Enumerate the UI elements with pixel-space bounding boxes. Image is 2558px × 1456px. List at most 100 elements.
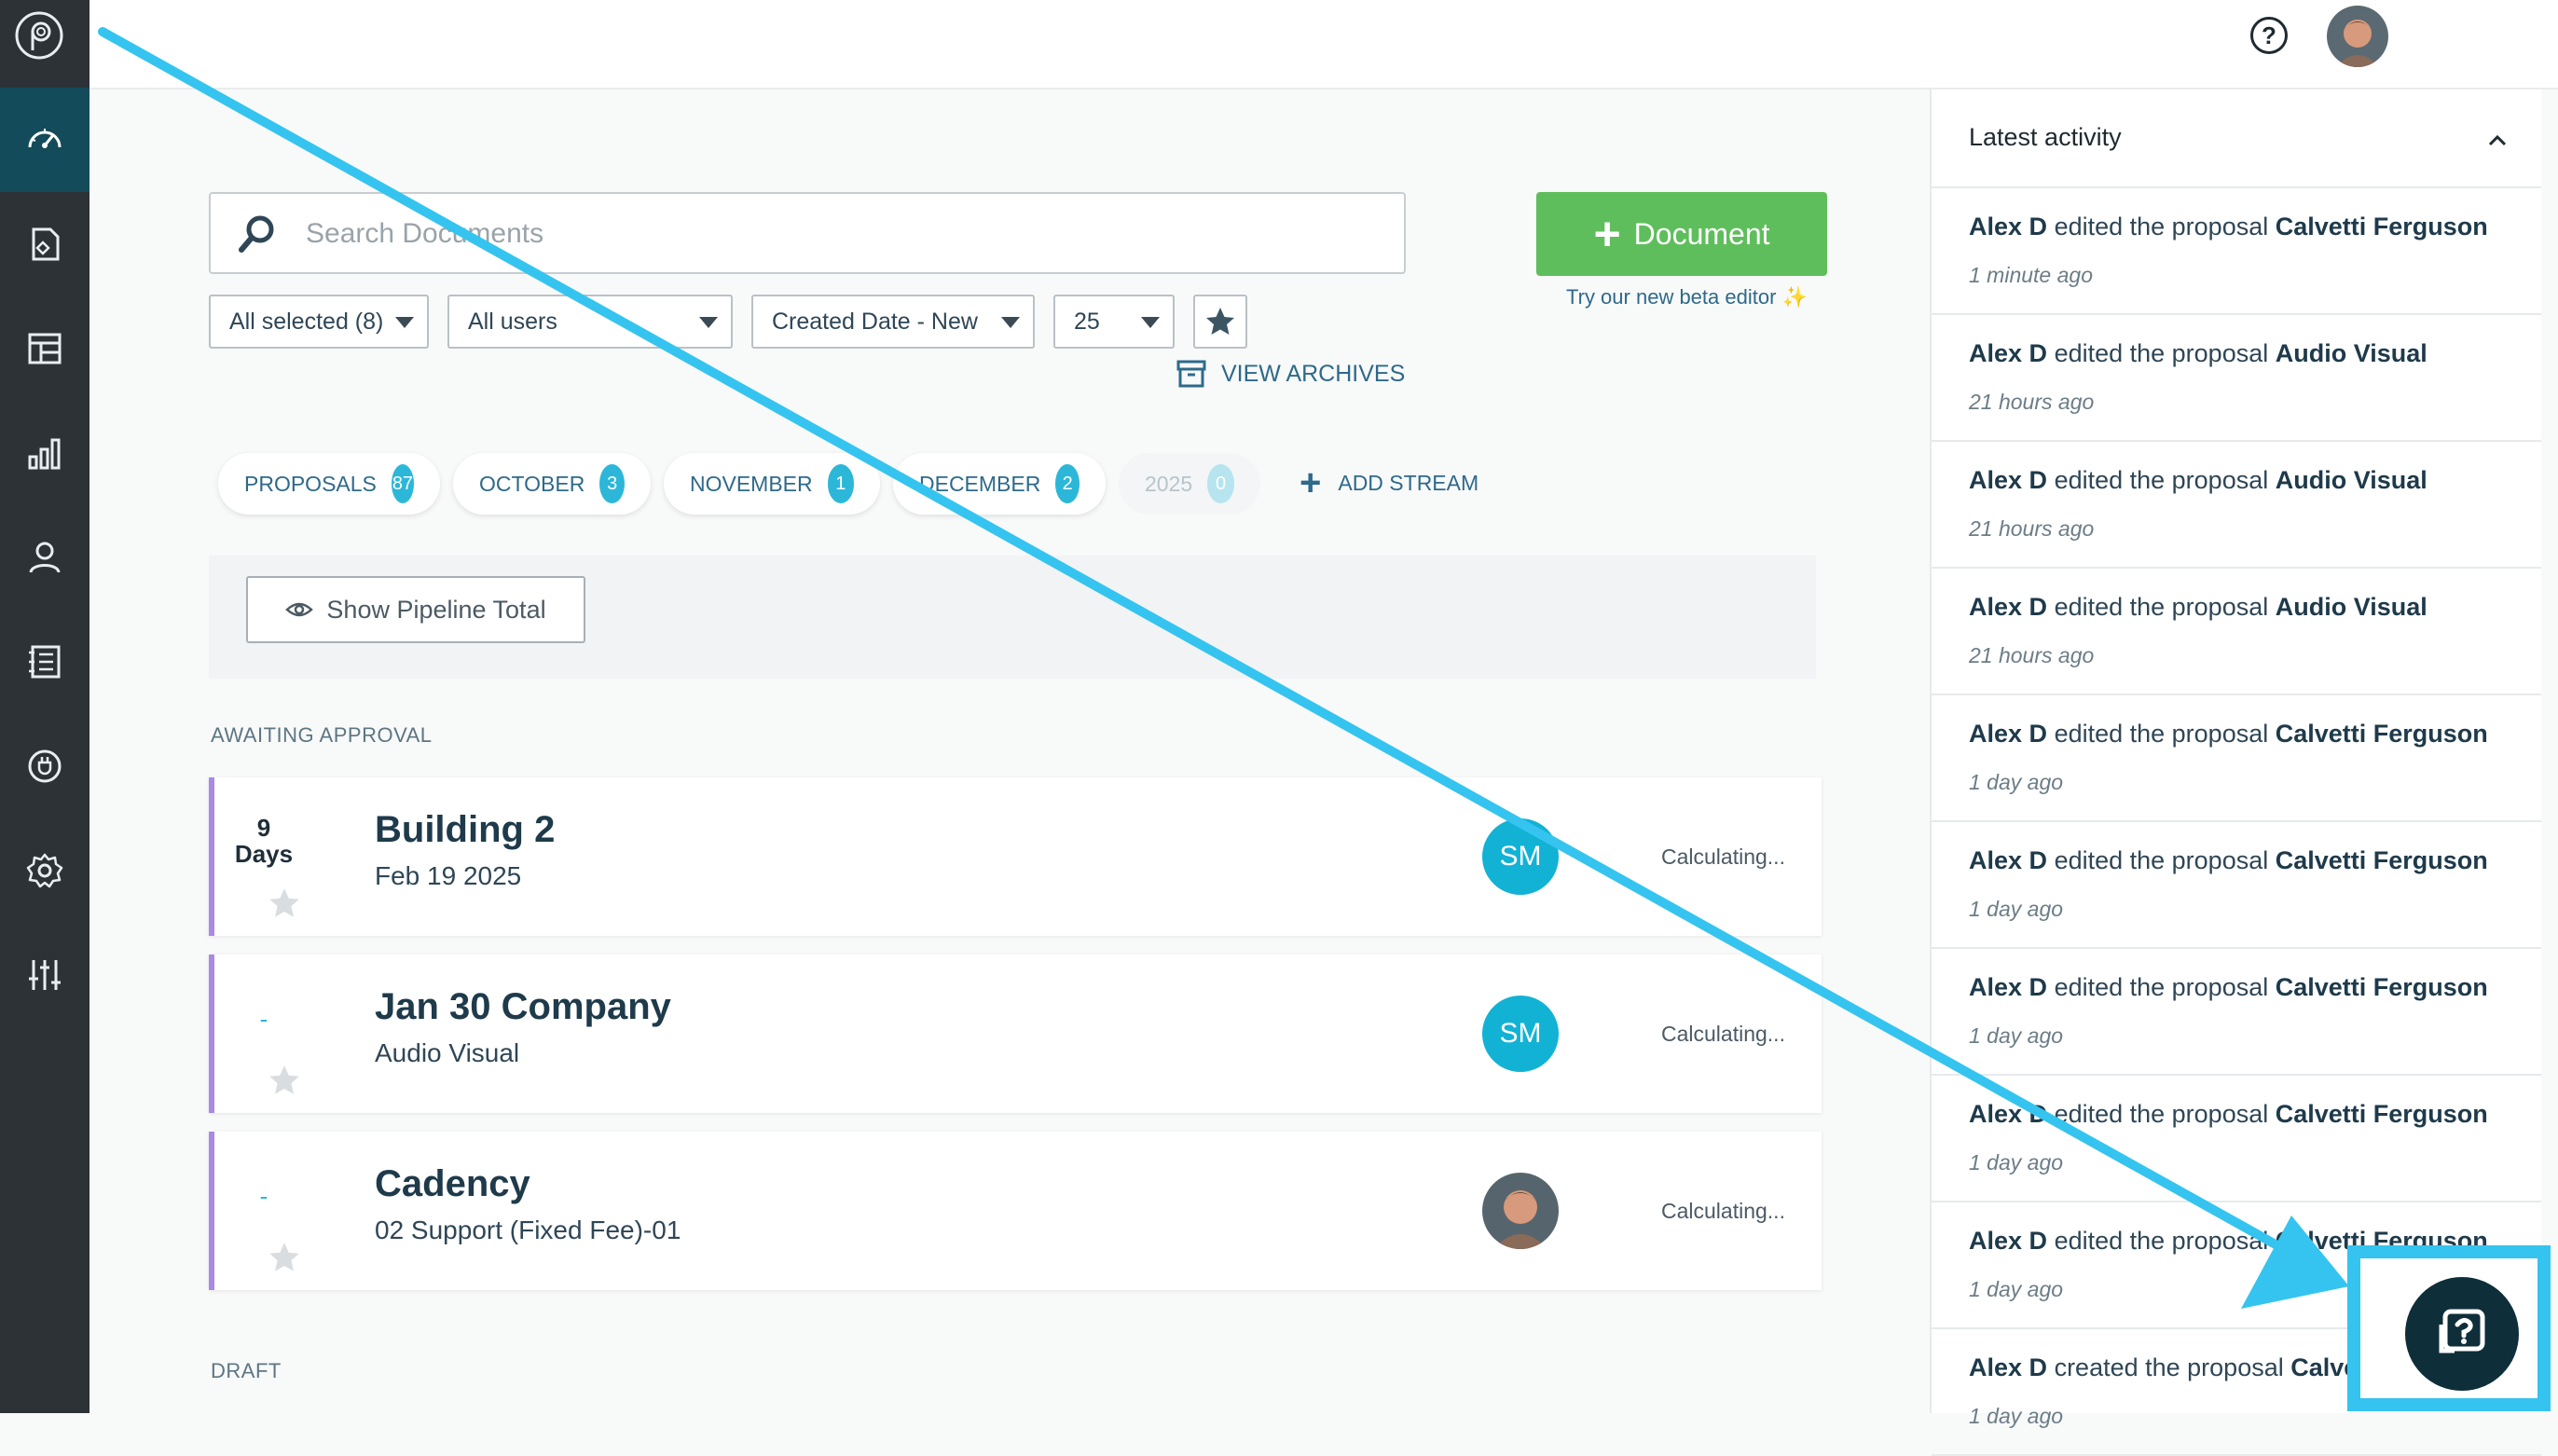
proposal-card[interactable]: - Cadency 02 Support (Fixed Fee)-01 Calc… [209,1132,1822,1290]
activity-item[interactable]: Alex D edited the proposal Audio Visual 2… [1932,315,2541,442]
per-page-filter[interactable]: 25 [1053,295,1175,349]
owner-photo-avatar [1482,1173,1559,1249]
show-pipeline-total-button[interactable]: Show Pipeline Total [246,576,585,643]
activity-user: Alex D [1969,1227,2048,1255]
proposal-value: Calculating... [1661,845,1785,869]
nav-documents[interactable] [0,192,89,296]
sliders-icon [29,960,61,990]
sort-filter[interactable]: Created Date - New [751,295,1035,349]
activity-user: Alex D [1969,1353,2048,1381]
proposal-subtitle: Feb 19 2025 [375,861,522,890]
nav-catalog[interactable] [0,610,89,714]
contacts-icon [29,542,61,573]
nav-contacts[interactable] [0,505,89,610]
nav-dashboard[interactable] [0,88,89,192]
activity-time: 1 minute ago [1969,263,2093,287]
activity-text: Alex D edited the proposal Calvetti Ferg… [1969,720,2488,749]
activity-action: edited the proposal [2054,213,2269,240]
nav-templates[interactable] [0,296,89,401]
view-archives-link[interactable]: VIEW ARCHIVES [1176,358,1405,390]
archive-icon [1176,360,1206,388]
chevron-down-icon [1001,317,1020,328]
activity-item[interactable]: Alex D edited the proposal Audio Visual 2… [1932,442,2541,569]
chat-help-icon[interactable] [2405,1277,2519,1391]
favorite-star-icon[interactable] [267,1063,302,1098]
users-filter[interactable]: All users [447,295,733,349]
plus-icon: + [1300,461,1322,503]
search-icon [239,215,274,253]
proposal-title[interactable]: Jan 30 Company [375,986,671,1028]
owner-initials-avatar: SM [1482,818,1559,895]
proposal-subtitle: Audio Visual [375,1038,520,1067]
new-document-button[interactable]: + Document [1536,192,1827,276]
proposal-title[interactable]: Building 2 [375,809,555,851]
activity-action: created the proposal [2054,1353,2284,1381]
add-stream-button[interactable]: + ADD STREAM [1300,462,1478,503]
stream-count-badge: 3 [599,464,625,503]
activity-time: 1 day ago [1969,1277,2064,1301]
activity-header[interactable]: Latest activity [1932,89,2541,188]
activity-item[interactable]: Alex D edited the proposal Calvetti Ferg… [1932,1076,2541,1202]
owner-initials-avatar: SM [1482,996,1559,1072]
user-avatar[interactable] [2327,6,2388,67]
activity-document[interactable]: Audio Visual [2276,339,2427,367]
stream-proposals[interactable]: PROPOSALS 87 [218,453,440,515]
activity-text: Alex D edited the proposal Calvetti Ferg… [1969,973,2488,1002]
activity-item[interactable]: Alex D edited the proposal Calvetti Ferg… [1932,822,2541,949]
activity-time: 1 day ago [1969,770,2064,794]
activity-user: Alex D [1969,720,2048,748]
nav-adjustments[interactable] [0,923,89,1027]
favorite-star-icon[interactable] [267,886,302,921]
activity-document[interactable]: Audio Visual [2276,466,2427,494]
activity-document[interactable]: Calvetti Ferguson [2276,846,2488,874]
activity-document[interactable]: Calvetti Ferguson [2276,213,2488,240]
stream-october[interactable]: OCTOBER 3 [453,453,651,515]
logo-icon[interactable] [13,9,65,62]
activity-time: 21 hours ago [1969,516,2095,541]
activity-action: edited the proposal [2054,973,2269,1001]
activity-document[interactable]: Calvetti Ferguson [2276,720,2488,748]
activity-item[interactable]: Alex D edited the proposal Audio Visual 2… [1932,569,2541,695]
stream-label: OCTOBER [479,471,585,496]
activity-action: edited the proposal [2054,593,2269,621]
favorite-star-icon[interactable] [267,1240,302,1275]
days-value: 9 [256,814,271,842]
proposal-card[interactable]: 9 Days Building 2 Feb 19 2025 SM Calcula… [209,777,1822,936]
pipeline-panel: Show Pipeline Total [209,556,1816,679]
activity-item[interactable]: Alex D edited the proposal Calvetti Ferg… [1932,188,2541,315]
documents-icon [32,227,60,261]
stream-december[interactable]: DECEMBER 2 [893,453,1106,515]
chevron-down-icon [1141,317,1160,328]
sort-filter-value: Created Date - New [772,309,978,335]
activity-document[interactable]: Calvetti Ferguson [2276,973,2488,1001]
activity-item[interactable]: Alex D edited the proposal Calvetti Ferg… [1932,949,2541,1076]
proposal-title[interactable]: Cadency [375,1163,530,1205]
search-box [209,192,1406,274]
status-filter[interactable]: All selected (8) [209,295,429,349]
stream-2025[interactable]: 2025 0 [1119,453,1260,515]
stream-november[interactable]: NOVEMBER 1 [664,453,880,515]
left-nav-rail [0,0,89,1413]
nav-integrations[interactable] [0,714,89,818]
activity-time: 1 day ago [1969,1150,2064,1174]
favorites-filter-button[interactable] [1193,295,1247,349]
search-input[interactable] [304,207,1380,261]
proposal-card[interactable]: - Jan 30 Company Audio Visual SM Calcula… [209,955,1822,1113]
activity-user: Alex D [1969,213,2048,240]
stream-count-badge: 0 [1207,464,1234,503]
activity-user: Alex D [1969,339,2048,367]
help-icon[interactable]: ? [2250,17,2288,54]
proposal-value: Calculating... [1661,1199,1785,1223]
nav-reports[interactable] [0,401,89,505]
per-page-value: 25 [1074,309,1100,335]
activity-document[interactable]: Calvetti Ferguson [2276,1100,2488,1128]
activity-item[interactable]: Alex D edited the proposal Calvetti Ferg… [1932,695,2541,822]
help-widget-highlight[interactable] [2347,1245,2551,1411]
chevron-down-icon [395,317,414,328]
nav-settings[interactable] [0,818,89,923]
activity-time: 21 hours ago [1969,390,2095,414]
proposal-subtitle: 02 Support (Fixed Fee)-01 [375,1216,681,1244]
chevron-up-icon[interactable] [2487,130,2508,151]
beta-editor-link[interactable]: Try our new beta editor ✨ [1566,285,1808,309]
activity-document[interactable]: Audio Visual [2276,593,2427,621]
